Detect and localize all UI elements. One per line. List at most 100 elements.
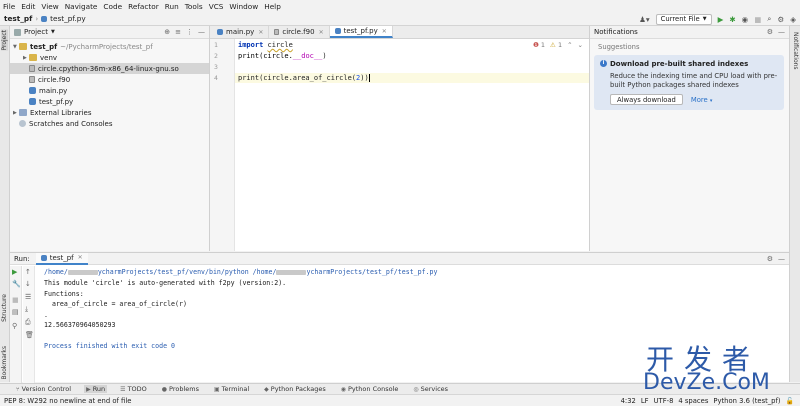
collapse-icon[interactable]: ≡ [175, 28, 181, 36]
always-download-button[interactable]: Always download [610, 94, 683, 105]
notifications-tool-tab[interactable]: Notifications [792, 32, 799, 70]
chevron-down-icon[interactable]: ⌄ [578, 41, 583, 49]
chevron-down-icon[interactable]: ▼ [51, 29, 55, 35]
tool-tab-terminal[interactable]: ▣ Terminal [212, 385, 251, 393]
tree-item-test[interactable]: test_pf.py [10, 96, 209, 107]
menu-view[interactable]: View [41, 2, 58, 11]
menu-navigate[interactable]: Navigate [65, 2, 98, 11]
code-keyword: import [238, 41, 264, 49]
stop-icon[interactable]: ■ [12, 296, 19, 304]
file-encoding[interactable]: UTF-8 [654, 397, 674, 405]
run-tab-test-pf[interactable]: test_pf ✕ [35, 252, 88, 265]
rerun-icon[interactable]: ▶ [12, 268, 17, 276]
project-panel-title[interactable]: Project [24, 28, 48, 36]
close-icon[interactable]: ✕ [78, 254, 83, 261]
coverage-icon[interactable]: ◉ [742, 15, 749, 24]
code-line-4[interactable]: print(circle.area_of_circle(2)) [238, 74, 370, 82]
tree-item-label: circle.cpython-36m-x86_64-linux-gnu.so [38, 64, 179, 73]
chevron-up-icon[interactable]: ⌃ [567, 41, 572, 49]
tool-tab-version-control[interactable]: ⑂ Version Control [14, 385, 73, 393]
tool-tab-services[interactable]: ◎ Services [411, 385, 450, 393]
project-tool-tab[interactable]: Project [1, 30, 8, 51]
tab-main-py[interactable]: main.py ✕ [212, 26, 270, 38]
ide-logo-icon[interactable]: ◈ [790, 15, 796, 24]
run-icon[interactable]: ▶ [718, 15, 724, 24]
menu-vcs[interactable]: VCS [209, 2, 224, 11]
wrench-icon[interactable]: 🔧 [12, 280, 21, 288]
more-link[interactable]: More ▾ [691, 96, 713, 104]
close-icon[interactable]: ✕ [258, 29, 263, 36]
menu-window[interactable]: Window [229, 2, 258, 11]
menu-edit[interactable]: Edit [21, 2, 35, 11]
line-number: 3 [214, 63, 218, 71]
tree-item-so[interactable]: circle.cpython-36m-x86_64-linux-gnu.so [10, 63, 209, 74]
close-icon[interactable]: ✕ [382, 28, 387, 35]
settings-icon[interactable]: ⚙ [767, 28, 773, 36]
code-line-1[interactable]: import circle [238, 41, 293, 49]
warning-count-value: 1 [557, 41, 563, 49]
tab-test-pf-py[interactable]: test_pf.py ✕ [329, 26, 393, 38]
caret-position[interactable]: 4:32 [621, 397, 636, 405]
close-icon[interactable]: ✕ [319, 29, 324, 36]
options-icon[interactable]: ⋮ [186, 28, 193, 36]
tree-item-main[interactable]: main.py [10, 85, 209, 96]
status-message[interactable]: PEP 8: W292 no newline at end of file [4, 397, 131, 405]
tool-tab-run[interactable]: ▶ Run [84, 385, 108, 393]
settings-icon[interactable]: ⚙ [777, 15, 784, 24]
tree-root[interactable]: ▼ test_pf ~/PycharmProjects/test_pf [10, 41, 209, 52]
tree-item-scratches[interactable]: Scratches and Consoles [10, 118, 209, 129]
debug-icon[interactable]: ✱ [729, 15, 735, 24]
breadcrumb-file[interactable]: test_pf.py [50, 14, 86, 23]
indent-setting[interactable]: 4 spaces [678, 397, 708, 405]
lock-icon[interactable]: 🔓 [786, 397, 794, 405]
locate-icon[interactable]: ⊕ [164, 28, 170, 36]
pin-icon[interactable]: ⚲ [12, 322, 17, 330]
right-tool-strip: Notifications [789, 26, 800, 382]
user-icon[interactable]: ♟▾ [639, 15, 650, 24]
menu-run[interactable]: Run [165, 2, 179, 11]
tree-item-f90[interactable]: circle.f90 [10, 74, 209, 85]
notification-body: Reduce the indexing time and CPU load wi… [610, 72, 778, 89]
tool-tab-python-packages[interactable]: ◆ Python Packages [262, 385, 328, 393]
bookmarks-tool-tab[interactable]: Bookmarks [1, 346, 8, 380]
line-separator[interactable]: LF [641, 397, 649, 405]
menu-code[interactable]: Code [103, 2, 122, 11]
arrow-up-icon[interactable]: ↑ [25, 268, 31, 276]
hide-icon[interactable]: — [778, 28, 785, 36]
tree-item-label: test_pf.py [39, 97, 74, 106]
output-line: area_of_circle = area_of_circle(r) [44, 300, 187, 308]
menu-help[interactable]: Help [264, 2, 281, 11]
stop-icon[interactable]: ■ [754, 15, 761, 24]
tool-tab-python-console[interactable]: ◉ Python Console [339, 385, 401, 393]
editor-tab-bar: main.py ✕ circle.f90 ✕ test_pf.py ✕ [210, 26, 589, 39]
settings-icon[interactable]: ⚙ [767, 255, 773, 263]
soft-wrap-icon[interactable]: ☰ [25, 293, 31, 301]
run-config-select[interactable]: Current File ▼ [655, 13, 712, 25]
inspection-widget[interactable]: ❶ 1 ⚠ 1 ⌃ ⌄ [533, 41, 583, 49]
tree-item-label: circle.f90 [38, 75, 71, 84]
notifications-title: Notifications [594, 28, 638, 36]
menu-refactor[interactable]: Refactor [128, 2, 159, 11]
arrow-down-icon[interactable]: ↓ [25, 280, 31, 288]
scroll-to-end-icon[interactable]: ⤓ [25, 305, 28, 314]
services-icon: ◎ [413, 385, 419, 393]
interpreter[interactable]: Python 3.6 (test_pf) [713, 397, 780, 405]
tool-tab-problems[interactable]: ● Problems [160, 385, 201, 393]
problems-icon: ● [161, 385, 168, 393]
tree-item-external-libraries[interactable]: ▶ External Libraries [10, 107, 209, 118]
tree-item-venv[interactable]: ▶ venv [10, 52, 209, 63]
tool-tab-todo[interactable]: ☰ TODO [118, 385, 149, 393]
print-icon[interactable]: ⎙ [25, 318, 31, 327]
structure-tool-tab[interactable]: Structure [1, 294, 8, 322]
hide-icon[interactable]: — [198, 28, 205, 36]
menu-file[interactable]: File [3, 2, 15, 11]
search-icon[interactable]: ⌕ [767, 14, 771, 24]
status-right: 4:32 LF UTF-8 4 spaces Python 3.6 (test_… [621, 397, 794, 405]
menu-tools[interactable]: Tools [185, 2, 203, 11]
tab-circle-f90[interactable]: circle.f90 ✕ [269, 26, 330, 38]
code-line-2[interactable]: print(circle.__doc__) [238, 52, 327, 60]
trash-icon[interactable]: 🗑 [25, 331, 34, 339]
breadcrumb-project[interactable]: test_pf [4, 14, 32, 23]
hide-icon[interactable]: — [778, 255, 785, 263]
layout-icon[interactable]: ▤ [12, 308, 19, 316]
